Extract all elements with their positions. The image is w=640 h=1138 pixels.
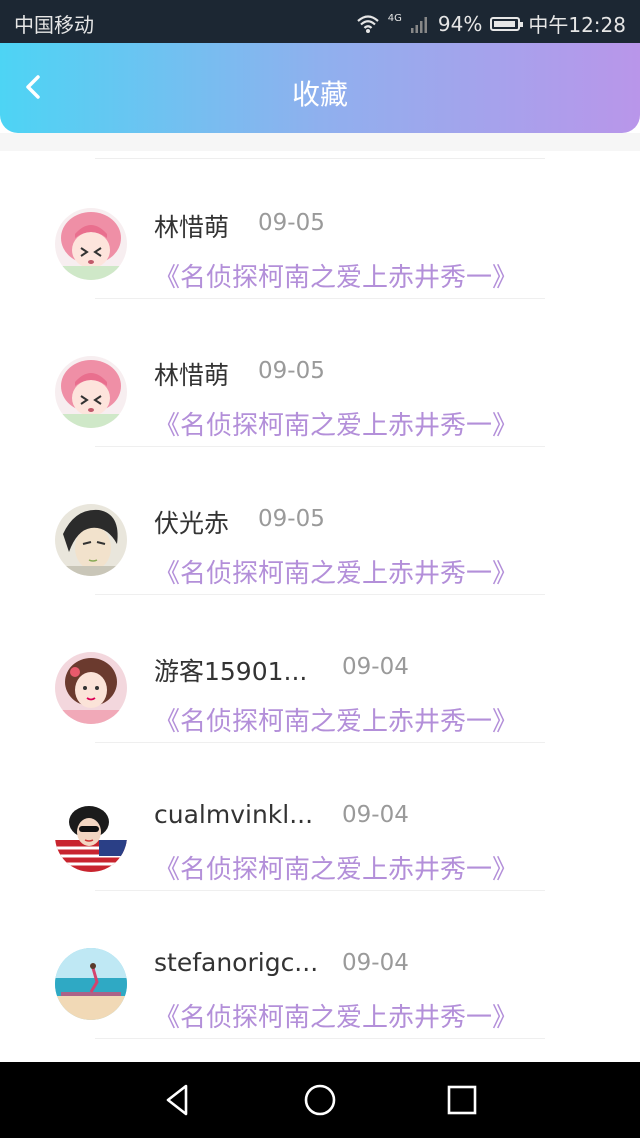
work-title[interactable]: 《名侦探柯南之爱上赤井秀一》 xyxy=(154,553,518,590)
avatar[interactable] xyxy=(55,356,127,428)
user-name: 游客15901... xyxy=(154,657,308,686)
work-title[interactable]: 《名侦探柯南之爱上赤井秀一》 xyxy=(154,257,518,294)
user-name: cualmvinkl... xyxy=(154,800,314,829)
user-name: 林惜萌 xyxy=(154,361,230,390)
anime-girl-avatar-icon xyxy=(55,208,127,280)
work-title[interactable]: 《名侦探柯南之爱上赤井秀一》 xyxy=(154,405,518,442)
list-item[interactable]: 林惜萌 09-05 《名侦探柯南之爱上赤井秀一》 xyxy=(0,151,640,299)
avatar[interactable] xyxy=(55,948,127,1020)
system-nav-bar xyxy=(0,1062,640,1138)
user-name: 林惜萌 xyxy=(154,213,230,242)
divider xyxy=(95,1038,545,1039)
favorite-date: 09-05 xyxy=(258,358,325,384)
list-item[interactable]: stefanorigc... 09-04 《名侦探柯南之爱上赤井秀一》 xyxy=(0,891,640,1039)
battery-percent: 94% xyxy=(437,11,483,36)
list-item[interactable]: 林惜萌 09-05 《名侦探柯南之爱上赤井秀一》 xyxy=(0,299,640,447)
anime-girl-avatar-icon xyxy=(55,356,127,428)
work-title[interactable]: 《名侦探柯南之爱上赤井秀一》 xyxy=(154,849,518,886)
battery-icon xyxy=(490,16,524,31)
favorite-date: 09-04 xyxy=(342,654,409,680)
avatar[interactable] xyxy=(55,208,127,280)
user-name: 伏光赤 xyxy=(154,509,230,538)
girl-sunglasses-avatar-icon xyxy=(55,800,127,872)
favorite-date: 09-04 xyxy=(342,950,409,976)
avatar[interactable] xyxy=(55,652,127,724)
avatar[interactable] xyxy=(55,800,127,872)
triangle-back-icon[interactable] xyxy=(158,1080,198,1120)
favorite-date: 09-05 xyxy=(258,210,325,236)
list-item[interactable]: 游客15901... 09-04 《名侦探柯南之爱上赤井秀一》 xyxy=(0,595,640,743)
girl-photo-avatar-icon xyxy=(55,652,127,724)
header-gap xyxy=(0,133,640,151)
list-item[interactable]: 伏光赤 09-05 《名侦探柯南之爱上赤井秀一》 xyxy=(0,447,640,595)
app-header: 收藏 xyxy=(0,43,640,133)
network-type-label: 4G xyxy=(387,13,402,24)
work-title[interactable]: 《名侦探柯南之爱上赤井秀一》 xyxy=(154,701,518,738)
status-icons: 4G 94% 中午12:28 xyxy=(356,9,626,38)
avatar[interactable] xyxy=(55,504,127,576)
circle-home-icon[interactable] xyxy=(300,1080,340,1120)
list-item[interactable]: cualmvinkl... 09-04 《名侦探柯南之爱上赤井秀一》 xyxy=(0,743,640,891)
signal-icon xyxy=(410,16,427,33)
square-recent-icon[interactable] xyxy=(442,1080,482,1120)
beach-photo-avatar-icon xyxy=(55,948,127,1020)
page-title: 收藏 xyxy=(291,78,348,111)
favorite-date: 09-05 xyxy=(258,506,325,532)
status-bar: 中国移动 4G 94% 中午12:28 xyxy=(0,0,640,43)
clock-label: 中午12:28 xyxy=(528,13,626,37)
user-name: stefanorigc... xyxy=(154,948,319,977)
favorite-date: 09-04 xyxy=(342,802,409,828)
wifi-icon xyxy=(357,14,379,33)
work-title[interactable]: 《名侦探柯南之爱上赤井秀一》 xyxy=(154,997,518,1034)
carrier-label: 中国移动 xyxy=(14,13,94,37)
anime-man-avatar-icon xyxy=(55,504,127,576)
